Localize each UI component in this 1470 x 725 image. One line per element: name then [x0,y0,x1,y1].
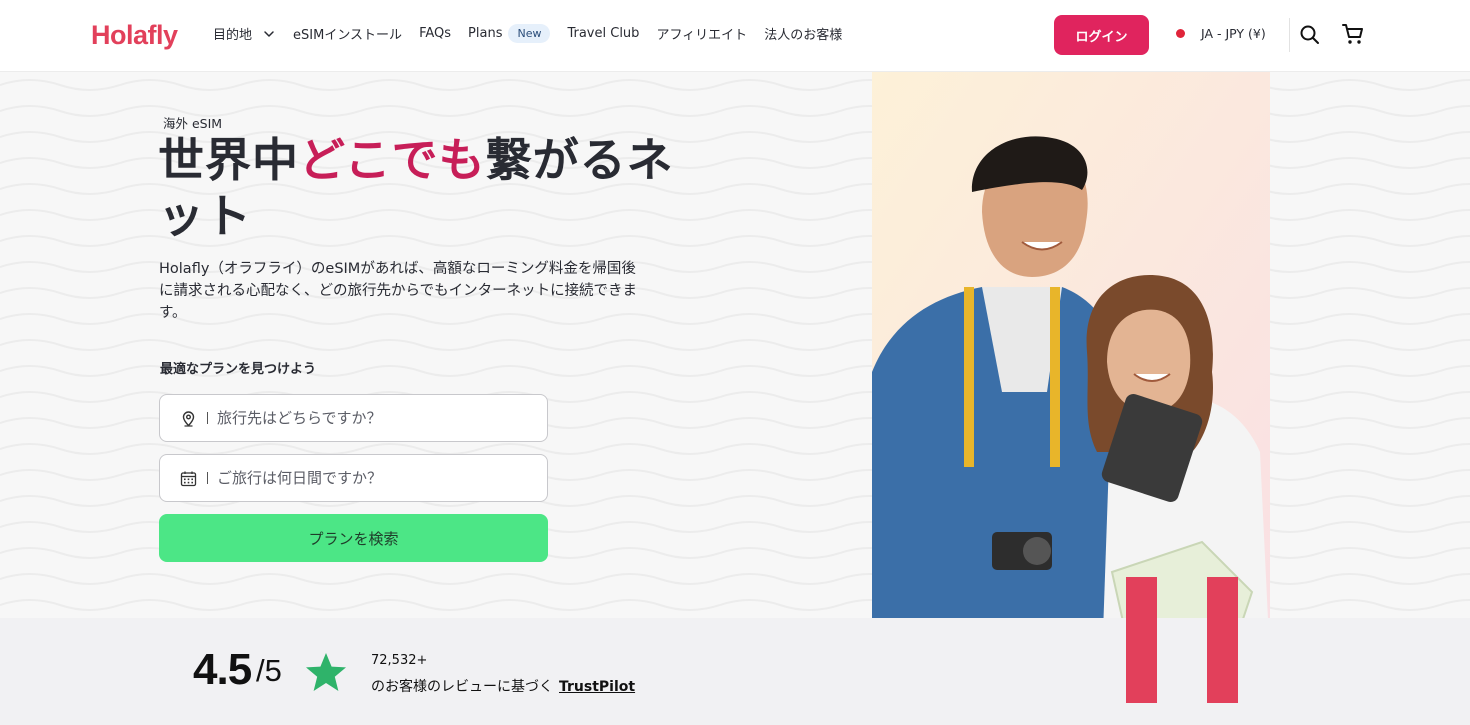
location-pin-icon [182,410,195,427]
nav-destinations[interactable]: 目的地 [213,24,276,43]
nav-esim-install[interactable]: eSIMインストール [293,24,402,43]
holafly-logo[interactable]: Holafly [91,20,178,51]
hero-travelers-image [872,72,1270,662]
language-currency-selector[interactable]: JA - JPY (¥) [1176,26,1266,41]
headline-part-1: 世界中 [158,133,299,187]
headline-accent: どこでも [299,133,486,187]
nav-plans[interactable]: Plans New [468,24,551,43]
review-count: 72,532+ [371,653,428,668]
main-nav: 目的地 eSIMインストール FAQs Plans New Travel Clu… [213,24,859,43]
cart-icon[interactable] [1341,22,1365,46]
review-source: のお客様のレビューに基づく TrustPilot [371,676,635,696]
decorative-bars [1126,577,1238,703]
site-header: Holafly 目的地 eSIMインストール FAQs Plans New Tr… [0,0,1470,72]
search-plans-button[interactable]: プランを検索 [159,514,548,562]
search-icon[interactable] [1299,24,1321,46]
field-separator [207,412,208,424]
duration-field[interactable] [159,454,548,502]
destination-input[interactable] [217,409,537,427]
chevron-down-icon [264,30,274,37]
based-on-text: のお客様のレビューに基づく [371,679,553,695]
hero-headline: 世界中どこでも繋がるネット [158,132,718,244]
hero-eyebrow: 海外 eSIM [163,116,223,131]
calendar-icon [180,471,197,486]
star-icon [306,653,346,691]
hero-description: Holafly（オラフライ）のeSIMがあれば、高額なローミング料金を帰国後に請… [159,261,638,321]
new-badge: New [508,24,551,43]
japan-flag-icon [1176,29,1185,38]
nav-faqs[interactable]: FAQs [419,26,451,41]
trustpilot-link[interactable]: TrustPilot [559,679,635,695]
nav-business[interactable]: 法人のお客様 [764,24,842,43]
plan-finder-label: 最適なプランを見つけよう [160,362,317,377]
nav-plans-label: Plans [468,26,503,41]
header-divider [1289,18,1290,52]
duration-input[interactable] [217,469,537,487]
rating-score: 4.5 [193,645,252,694]
nav-destinations-label: 目的地 [213,28,253,43]
rating-denominator: /5 [256,653,282,688]
nav-travel-club[interactable]: Travel Club [567,26,639,41]
language-currency-label: JA - JPY (¥) [1201,26,1266,41]
login-button[interactable]: ログイン [1054,15,1149,55]
nav-affiliate[interactable]: アフィリエイト [656,24,747,43]
destination-field[interactable] [159,394,548,442]
field-separator [207,472,208,484]
